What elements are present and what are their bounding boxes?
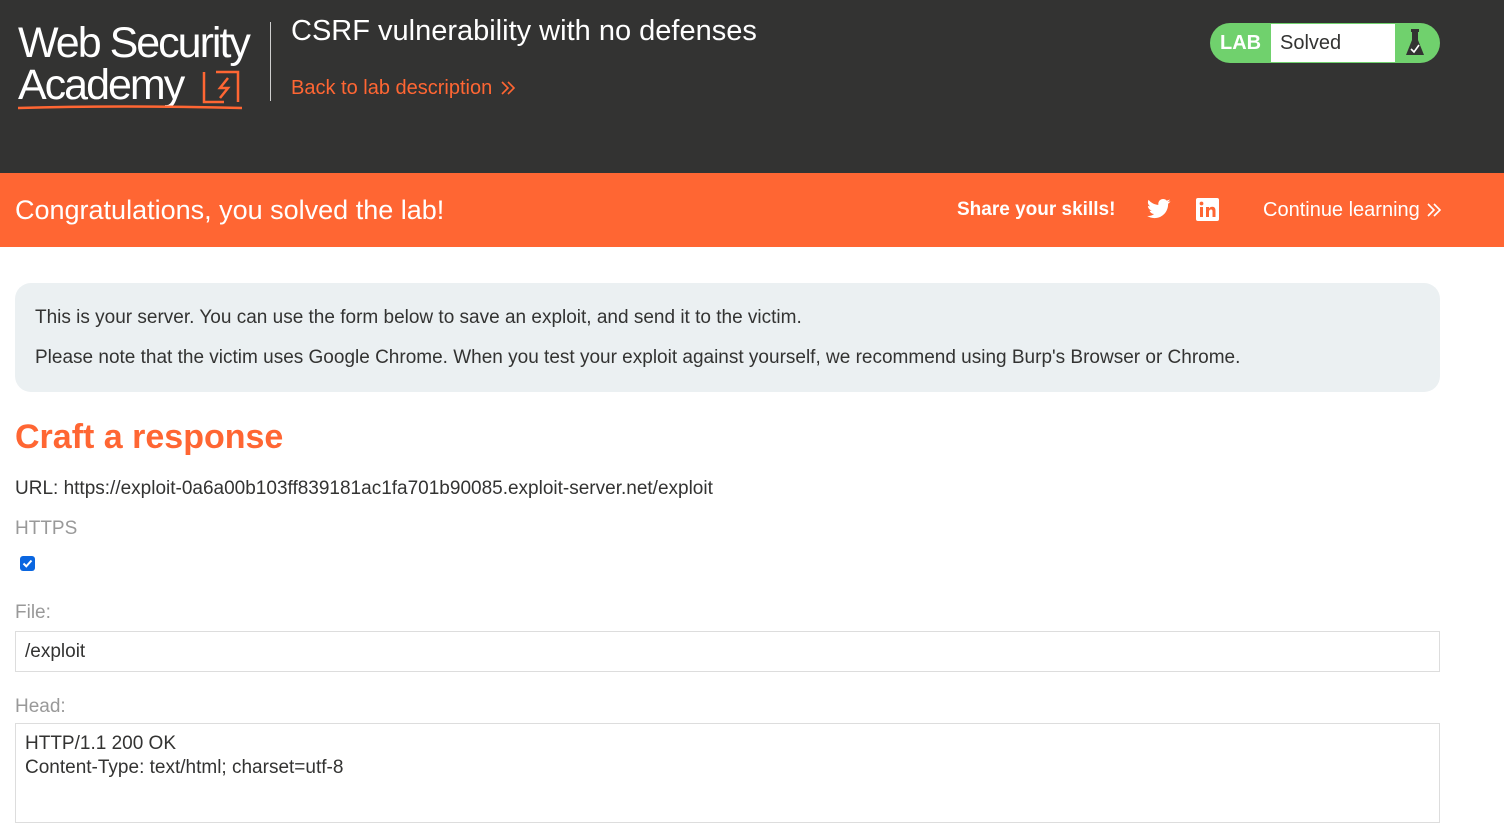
https-checkbox[interactable]	[20, 556, 35, 571]
flask-icon	[1406, 29, 1424, 55]
share-skills-label: Share your skills!	[957, 199, 1116, 220]
head-textarea[interactable]: HTTP/1.1 200 OK Content-Type: text/html;…	[15, 723, 1440, 823]
file-input[interactable]: /exploit	[15, 631, 1440, 672]
web-security-academy-logo[interactable]: Web Security Academy	[18, 20, 268, 112]
server-info-box: This is your server. You can use the for…	[15, 283, 1440, 392]
continue-learning-link[interactable]: Continue learning	[1263, 199, 1442, 221]
double-chevron-right-icon	[1427, 203, 1441, 217]
header-divider	[270, 22, 271, 101]
back-to-lab-description-link[interactable]: Back to lab description	[291, 76, 516, 100]
lab-title: CSRF vulnerability with no defenses	[291, 15, 757, 47]
logo-text-line1: Web Security	[18, 19, 251, 67]
continue-learning-label: Continue learning	[1263, 199, 1420, 221]
https-label: HTTPS	[15, 518, 78, 539]
lab-header: Web Security Academy CSRF vulnerability …	[0, 0, 1504, 173]
solved-banner: Congratulations, you solved the lab! Sha…	[0, 173, 1504, 247]
double-chevron-right-icon	[501, 81, 516, 95]
twitter-icon[interactable]	[1147, 199, 1171, 219]
craft-response-heading: Craft a response	[15, 418, 284, 456]
info-line-1: This is your server. You can use the for…	[35, 307, 802, 328]
logo-underline	[18, 105, 243, 110]
lab-tag: LAB	[1220, 32, 1262, 54]
lab-status-widget: LAB Solved	[1210, 23, 1440, 63]
exploit-url: URL: https://exploit-0a6a00b103ff839181a…	[15, 478, 713, 499]
head-label: Head:	[15, 696, 66, 717]
back-link-label: Back to lab description	[291, 77, 493, 99]
file-label: File:	[15, 602, 51, 623]
congratulations-message: Congratulations, you solved the lab!	[15, 195, 445, 225]
info-line-2: Please note that the victim uses Google …	[35, 347, 1241, 368]
lab-status-text: Solved	[1271, 24, 1395, 62]
linkedin-icon[interactable]	[1196, 198, 1219, 221]
checkmark-icon	[22, 559, 33, 568]
lightning-bolt-icon	[202, 70, 240, 104]
